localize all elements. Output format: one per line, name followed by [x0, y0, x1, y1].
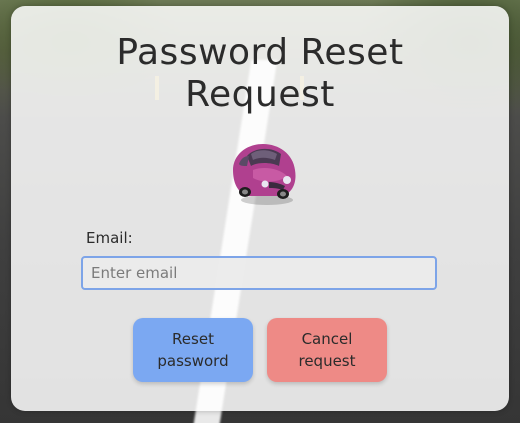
email-label: Email:: [86, 229, 133, 247]
car-icon: [233, 144, 296, 205]
password-reset-card: Password Reset Request Email: Reset pass…: [11, 6, 509, 411]
reset-password-label-2: password: [157, 352, 229, 370]
reset-password-button[interactable]: Reset password: [133, 318, 253, 382]
cancel-request-button[interactable]: Cancel request: [267, 318, 387, 382]
cancel-request-label-2: request: [298, 352, 356, 370]
page-title-line-2: Request: [185, 74, 335, 115]
reset-password-label-1: Reset: [172, 330, 214, 348]
page-title-line-1: Password Reset: [116, 32, 404, 73]
email-input[interactable]: [81, 256, 437, 290]
cancel-request-label-1: Cancel: [301, 330, 353, 348]
page-title: Password Reset Request: [11, 32, 509, 116]
